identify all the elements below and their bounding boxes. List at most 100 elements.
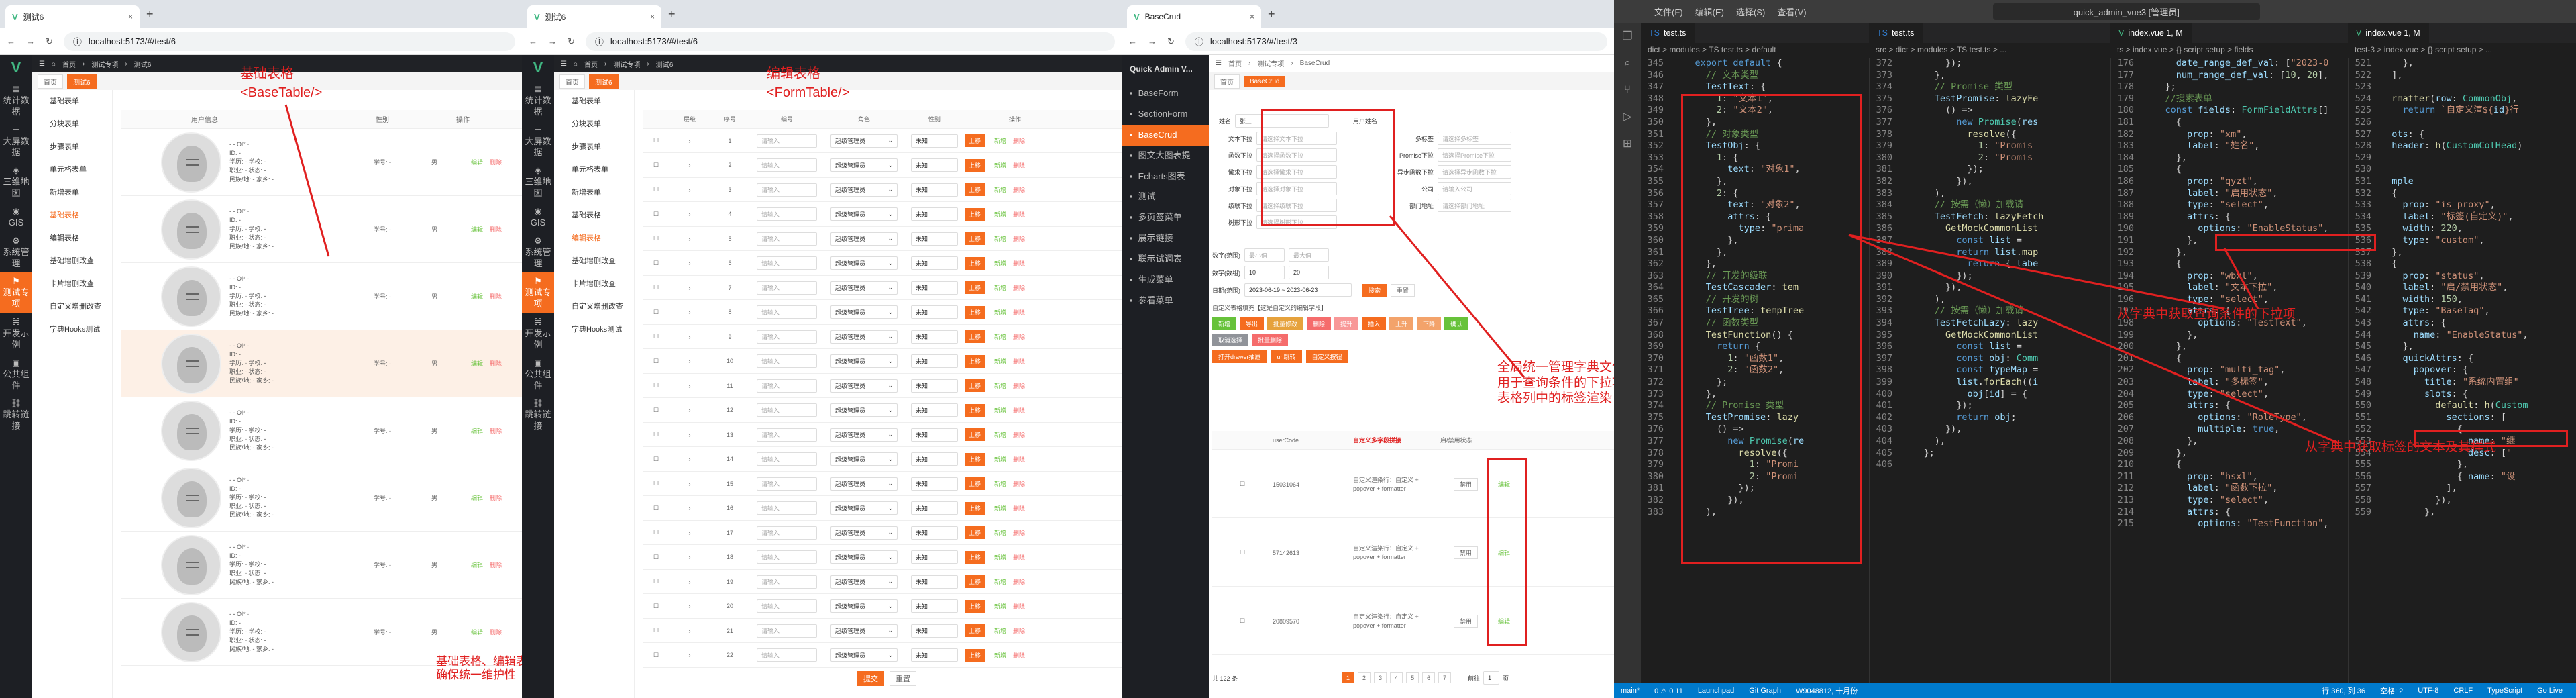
code-input[interactable]: 请输入 xyxy=(757,477,817,491)
side-item[interactable]: ▣ 公共组件 xyxy=(0,354,32,395)
row-checkbox[interactable]: ☐ xyxy=(643,603,669,610)
role-select[interactable]: 超级管理员 ⌄ xyxy=(830,379,898,393)
side-item[interactable]: ▪ Echarts图表 xyxy=(1122,166,1209,187)
add-button[interactable]: 新增 xyxy=(994,259,1006,268)
gender-select[interactable]: 未知 xyxy=(911,183,958,197)
code-input[interactable]: 请输入 xyxy=(757,575,817,589)
new-tab-icon[interactable]: + xyxy=(146,7,154,21)
go-live[interactable]: Go Live xyxy=(2537,687,2563,695)
role-select[interactable]: 超级管理员 ⌄ xyxy=(830,526,898,540)
role-select[interactable]: 超级管理员 ⌄ xyxy=(830,354,898,368)
gender-select[interactable]: 未知 xyxy=(911,207,958,221)
page-button[interactable]: 6 xyxy=(1422,672,1436,683)
tag-home[interactable]: 首页 xyxy=(559,74,585,89)
menu-item[interactable]: 步骤表单 xyxy=(32,136,112,158)
edit-button[interactable]: 编辑 xyxy=(471,628,483,636)
menu-item[interactable]: 自定义增删改查 xyxy=(32,295,112,318)
role-select[interactable]: 超级管理员 ⌄ xyxy=(830,256,898,270)
row-checkbox[interactable]: ☐ xyxy=(643,407,669,414)
indentation[interactable]: 空格: 2 xyxy=(2380,685,2403,696)
tag-current[interactable]: 测试6 xyxy=(67,74,97,89)
menu-item[interactable]: 字典Hooks测试 xyxy=(554,318,634,341)
filter-select[interactable]: 请选择异步函数下拉 xyxy=(1438,165,1511,179)
delete-button[interactable]: 删除 xyxy=(1013,651,1025,660)
breadcrumb-home[interactable]: 首页 xyxy=(584,59,598,69)
delete-button[interactable]: 删除 xyxy=(1013,455,1025,464)
menu-item[interactable]: 基础表单 xyxy=(32,90,112,113)
breadcrumb-home[interactable]: 首页 xyxy=(62,59,76,69)
browser-tab[interactable]: V 测试6 × xyxy=(5,5,140,28)
side-item[interactable]: ▪ 生成菜单 xyxy=(1122,270,1209,291)
expand-icon[interactable]: › xyxy=(669,211,710,217)
source-control-icon[interactable]: ⑂ xyxy=(1614,77,1641,103)
add-button[interactable]: 新增 xyxy=(994,553,1006,562)
menu-item[interactable]: 编辑表格 xyxy=(32,227,112,250)
side-item[interactable]: ▭ 大屏数据 xyxy=(522,121,554,162)
files-icon[interactable]: ❐ xyxy=(1614,23,1641,50)
side-item[interactable]: ▪ 图文大图表提 xyxy=(1122,146,1209,166)
gender-select[interactable]: 未知 xyxy=(911,354,958,368)
expand-icon[interactable]: › xyxy=(669,579,710,585)
extensions-icon[interactable]: ⊞ xyxy=(1614,130,1641,157)
gender-select[interactable]: 未知 xyxy=(911,232,958,246)
page-button[interactable]: 1 xyxy=(1342,672,1355,683)
add-row-button[interactable]: 上移 xyxy=(965,134,985,147)
role-select[interactable]: 超级管理员 ⌄ xyxy=(830,501,898,515)
toolbar-button[interactable]: 新增 xyxy=(1212,317,1237,330)
submit-button[interactable]: 提交 xyxy=(857,671,884,686)
delete-button[interactable]: 删除 xyxy=(1013,210,1025,219)
delete-button[interactable]: 删除 xyxy=(1013,553,1025,562)
side-item[interactable]: ▪ BaseCrud xyxy=(1122,124,1209,146)
expand-icon[interactable]: › xyxy=(669,260,710,266)
role-select[interactable]: 超级管理员 ⌄ xyxy=(830,158,898,172)
menu-item[interactable]: 基础表格 xyxy=(554,204,634,227)
page-input[interactable]: 1 xyxy=(1483,671,1500,685)
editor-tab[interactable]: Vindex.vue 1, M xyxy=(2348,23,2429,43)
menu-item[interactable]: 字典Hooks测试 xyxy=(32,318,112,341)
reload-icon[interactable]: ↻ xyxy=(1167,36,1175,47)
git-graph[interactable]: Git Graph xyxy=(1749,687,1781,695)
delete-button[interactable]: 删除 xyxy=(1013,577,1025,586)
url-button[interactable]: url跳转 xyxy=(1271,350,1302,363)
status-tag[interactable]: 禁用 xyxy=(1454,546,1479,559)
gender-select[interactable]: 未知 xyxy=(911,158,958,172)
cursor-position[interactable]: 行 360, 列 36 xyxy=(2322,685,2365,696)
side-item[interactable]: ▪ SectionForm xyxy=(1122,104,1209,125)
status-tag[interactable]: 禁用 xyxy=(1454,615,1479,628)
edit-button[interactable]: 编辑 xyxy=(471,225,483,234)
search-icon[interactable]: ⌕ xyxy=(1614,50,1641,77)
role-select[interactable]: 超级管理员 ⌄ xyxy=(830,232,898,246)
close-icon[interactable]: × xyxy=(128,12,133,21)
launchpad[interactable]: Launchpad xyxy=(1698,687,1734,695)
menu-select[interactable]: 选择(S) xyxy=(1736,5,1765,18)
menu-edit[interactable]: 编辑(E) xyxy=(1695,5,1724,18)
add-button[interactable]: 新增 xyxy=(994,185,1006,194)
delete-button[interactable]: 删除 xyxy=(490,560,502,569)
edit-button[interactable]: 编辑 xyxy=(471,426,483,435)
delete-button[interactable]: 删除 xyxy=(1013,479,1025,488)
delete-button[interactable]: 删除 xyxy=(490,292,502,301)
role-select[interactable]: 超级管理员 ⌄ xyxy=(830,428,898,442)
row-checkbox[interactable]: ☐ xyxy=(643,505,669,512)
delete-button[interactable]: 删除 xyxy=(1013,430,1025,439)
array-max[interactable]: 20 xyxy=(1289,266,1329,279)
row-checkbox[interactable]: ☐ xyxy=(1212,617,1273,625)
url-input[interactable]: ⓘ localhost:5173/#/test/6 xyxy=(585,32,1115,51)
menu-item[interactable]: 卡片增删改查 xyxy=(32,272,112,295)
add-button[interactable]: 新增 xyxy=(994,651,1006,660)
menu-item[interactable]: 自定义增删改查 xyxy=(554,295,634,318)
role-select[interactable]: 超级管理员 ⌄ xyxy=(830,624,898,638)
add-row-button[interactable]: 上移 xyxy=(965,232,985,245)
delete-button[interactable]: 删除 xyxy=(1013,626,1025,635)
side-item[interactable]: ▪ 展示链接 xyxy=(1122,228,1209,249)
delete-button[interactable]: 删除 xyxy=(1013,357,1025,366)
editor-tab[interactable]: TS test.ts xyxy=(1869,23,1923,43)
expand-icon[interactable]: › xyxy=(669,285,710,291)
add-row-button[interactable]: 上移 xyxy=(965,501,985,515)
custom-button[interactable]: 自定义按钮 xyxy=(1305,350,1348,363)
page-button[interactable]: 3 xyxy=(1374,672,1387,683)
role-select[interactable]: 超级管理员 ⌄ xyxy=(830,403,898,417)
row-checkbox[interactable]: ☐ xyxy=(1212,549,1273,556)
add-row-button[interactable]: 上移 xyxy=(965,428,985,441)
page-button[interactable]: 5 xyxy=(1406,672,1419,683)
